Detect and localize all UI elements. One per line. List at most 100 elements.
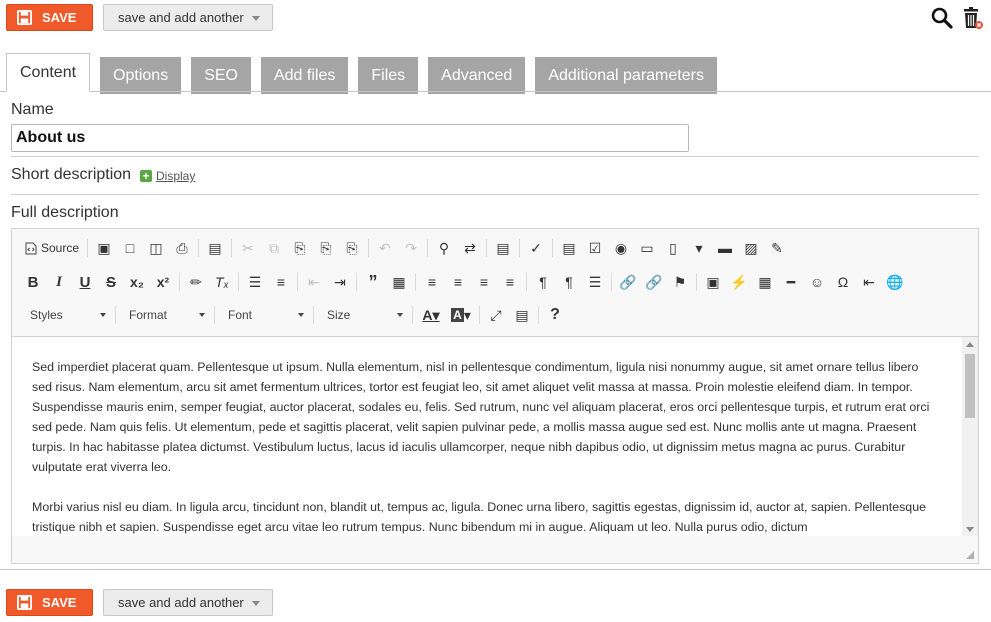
save-button[interactable]: SAVE <box>6 4 93 31</box>
image-icon[interactable]: ▣ <box>700 270 726 294</box>
text-color-icon[interactable]: A▾ <box>416 303 446 327</box>
blockquote-icon[interactable]: ” <box>360 270 386 294</box>
textarea-icon[interactable]: ▯ <box>660 236 686 260</box>
underline-icon[interactable]: U <box>72 270 98 294</box>
search-icon[interactable] <box>930 6 954 30</box>
align-justify-icon[interactable]: ≡ <box>497 270 523 294</box>
save-button-label: SAVE <box>42 595 77 610</box>
paste-word-icon[interactable]: ⎘ <box>339 236 365 260</box>
toolbar-separator <box>412 306 413 324</box>
find-icon[interactable]: ⚲ <box>431 236 457 260</box>
divider <box>11 194 979 195</box>
form-icon[interactable]: ▤ <box>556 236 582 260</box>
display-toggle[interactable]: + Display <box>140 169 195 183</box>
bulleted-list-icon[interactable]: ≡ <box>268 270 294 294</box>
special-char-icon[interactable]: Ω <box>830 270 856 294</box>
indent-icon[interactable]: ⇥ <box>327 270 353 294</box>
tab-additional-parameters[interactable]: Additional parameters <box>535 57 717 94</box>
image-button-icon[interactable]: ▨ <box>738 236 764 260</box>
divider <box>11 156 979 157</box>
unlink-icon[interactable]: 🔗 <box>641 270 667 294</box>
text-direction-ltr-icon[interactable]: ¶ <box>530 270 556 294</box>
paste-icon[interactable]: ⎘ <box>287 236 313 260</box>
remove-format-icon[interactable]: Tₓ <box>209 270 235 294</box>
align-center-icon[interactable]: ≡ <box>445 270 471 294</box>
save-icon[interactable]: ▣ <box>91 236 117 260</box>
scroll-thumb[interactable] <box>965 354 975 418</box>
styles-dropdown[interactable]: Styles <box>20 304 112 326</box>
spellcheck-icon[interactable]: ✓ <box>523 236 549 260</box>
table-icon[interactable]: ▦ <box>752 270 778 294</box>
hidden-field-icon[interactable]: ✎ <box>764 236 790 260</box>
anchor-icon[interactable]: ⚑ <box>667 270 693 294</box>
superscript-icon[interactable]: x² <box>150 270 176 294</box>
text-direction-rtl-icon[interactable]: ¶ <box>556 270 582 294</box>
display-link[interactable]: Display <box>156 169 195 183</box>
text-field-icon[interactable]: ▭ <box>634 236 660 260</box>
tab-advanced[interactable]: Advanced <box>428 57 526 94</box>
trash-icon[interactable] <box>960 6 984 30</box>
checkbox-icon[interactable]: ☑ <box>582 236 608 260</box>
maximize-icon[interactable]: ⤢ <box>483 303 509 327</box>
save-and-add-another-button-bottom[interactable]: save and add another <box>103 589 273 616</box>
replace-icon[interactable]: ⇄ <box>457 236 483 260</box>
button-field-icon[interactable]: ▬ <box>712 236 738 260</box>
language-icon[interactable]: ☰ <box>582 270 608 294</box>
tab-options[interactable]: Options <box>100 57 182 94</box>
subscript-icon[interactable]: x₂ <box>124 270 150 294</box>
outdent-icon[interactable]: ⇤ <box>301 270 327 294</box>
tab-content[interactable]: Content <box>6 53 91 92</box>
toolbar-separator <box>696 273 697 291</box>
source-button[interactable]: Source <box>20 236 84 260</box>
templates-icon[interactable]: ▤ <box>202 236 228 260</box>
redo-icon[interactable]: ↷ <box>398 236 424 260</box>
paragraph: Morbi varius nisl eu diam. In ligula arc… <box>32 500 926 534</box>
div-container-icon[interactable]: ▦ <box>386 270 412 294</box>
link-icon[interactable]: 🔗 <box>615 270 641 294</box>
editor-toolbar: Source ▣ □ ◫ ⎙ ▤ ✂ ⧉ ⎘ ⎘ ⎘ ↶ ↷ ⚲ ⇄ ▤ ✓ ▤… <box>12 229 978 336</box>
editor-scrollbar[interactable] <box>962 337 978 536</box>
align-right-icon[interactable]: ≡ <box>471 270 497 294</box>
editor-content[interactable]: Sed imperdiet placerat quam. Pellentesqu… <box>12 336 978 536</box>
print-icon[interactable]: ⎙ <box>169 236 195 260</box>
undo-icon[interactable]: ↶ <box>372 236 398 260</box>
strikethrough-icon[interactable]: S <box>98 270 124 294</box>
align-left-icon[interactable]: ≡ <box>419 270 445 294</box>
flash-icon[interactable]: ⚡ <box>726 270 752 294</box>
format-dropdown[interactable]: Format <box>119 304 211 326</box>
show-blocks-icon[interactable]: ▤ <box>509 303 535 327</box>
save-button-bottom[interactable]: SAVE <box>6 589 93 616</box>
resize-handle-icon[interactable] <box>966 551 974 559</box>
cut-icon[interactable]: ✂ <box>235 236 261 260</box>
help-icon[interactable]: ? <box>542 303 568 327</box>
font-dropdown[interactable]: Font <box>218 304 310 326</box>
radio-icon[interactable]: ◉ <box>608 236 634 260</box>
tab-files[interactable]: Files <box>358 57 419 94</box>
paste-text-icon[interactable]: ⎘ <box>313 236 339 260</box>
iframe-icon[interactable]: 🌐 <box>882 270 908 294</box>
toolbar-separator <box>479 306 480 324</box>
select-all-icon[interactable]: ▤ <box>490 236 516 260</box>
background-color-icon[interactable]: A ▾ <box>446 303 476 327</box>
copy-format-icon[interactable]: ✏ <box>183 270 209 294</box>
page-break-icon[interactable]: ⇤ <box>856 270 882 294</box>
tab-bar: Content Options SEO Add files Files Adva… <box>6 53 727 94</box>
new-page-icon[interactable]: □ <box>117 236 143 260</box>
italic-icon[interactable]: I <box>46 270 72 294</box>
smiley-icon[interactable]: ☺ <box>804 270 830 294</box>
save-and-add-another-button[interactable]: save and add another <box>103 4 273 31</box>
name-input[interactable] <box>11 124 689 152</box>
bold-icon[interactable]: B <box>20 270 46 294</box>
copy-icon[interactable]: ⧉ <box>261 236 287 260</box>
tab-add-files[interactable]: Add files <box>260 57 349 94</box>
numbered-list-icon[interactable]: ☰ <box>242 270 268 294</box>
preview-icon[interactable]: ◫ <box>143 236 169 260</box>
save-button-label: SAVE <box>42 10 77 25</box>
tab-seo[interactable]: SEO <box>191 57 251 94</box>
toolbar-separator <box>297 273 298 291</box>
size-dropdown[interactable]: Size <box>317 304 409 326</box>
save-and-add-another-label: save and add another <box>118 595 244 610</box>
horizontal-line-icon[interactable]: ━ <box>778 270 804 294</box>
source-icon <box>25 242 37 254</box>
select-field-icon[interactable]: ▾ <box>686 236 712 260</box>
